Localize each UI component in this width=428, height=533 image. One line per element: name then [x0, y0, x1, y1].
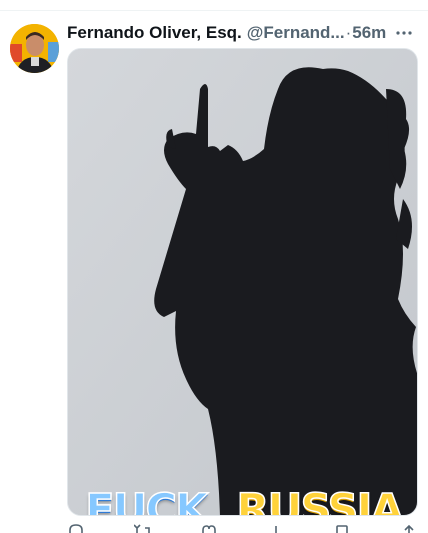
- more-horizontal-icon[interactable]: [393, 20, 415, 46]
- like-icon[interactable]: [200, 521, 218, 533]
- overlay-caption: FUCK RUSSIA: [68, 484, 417, 516]
- avatar-image: [10, 24, 59, 73]
- tweet-media[interactable]: FUCK RUSSIA: [67, 48, 418, 516]
- tweet-timestamp[interactable]: 56m: [352, 23, 386, 43]
- silhouette-photo: [68, 49, 417, 515]
- overlay-word-2: RUSSIA: [236, 484, 405, 516]
- views-icon[interactable]: [267, 521, 285, 533]
- author-handle[interactable]: @Fernand...: [247, 23, 345, 43]
- meta-separator: ·: [345, 23, 352, 42]
- overlay-word-1: FUCK: [84, 484, 209, 516]
- reply-icon[interactable]: [67, 521, 85, 533]
- tweet-header: Fernando Oliver, Esq. @Fernand... · 56m: [67, 20, 419, 46]
- retweet-icon[interactable]: [133, 521, 152, 533]
- share-icon[interactable]: [400, 521, 418, 533]
- author-name[interactable]: Fernando Oliver, Esq.: [67, 23, 242, 43]
- bookmark-icon[interactable]: [333, 521, 351, 533]
- tweet-action-bar: [67, 521, 418, 533]
- top-divider: [0, 10, 428, 11]
- author-avatar[interactable]: [10, 24, 59, 73]
